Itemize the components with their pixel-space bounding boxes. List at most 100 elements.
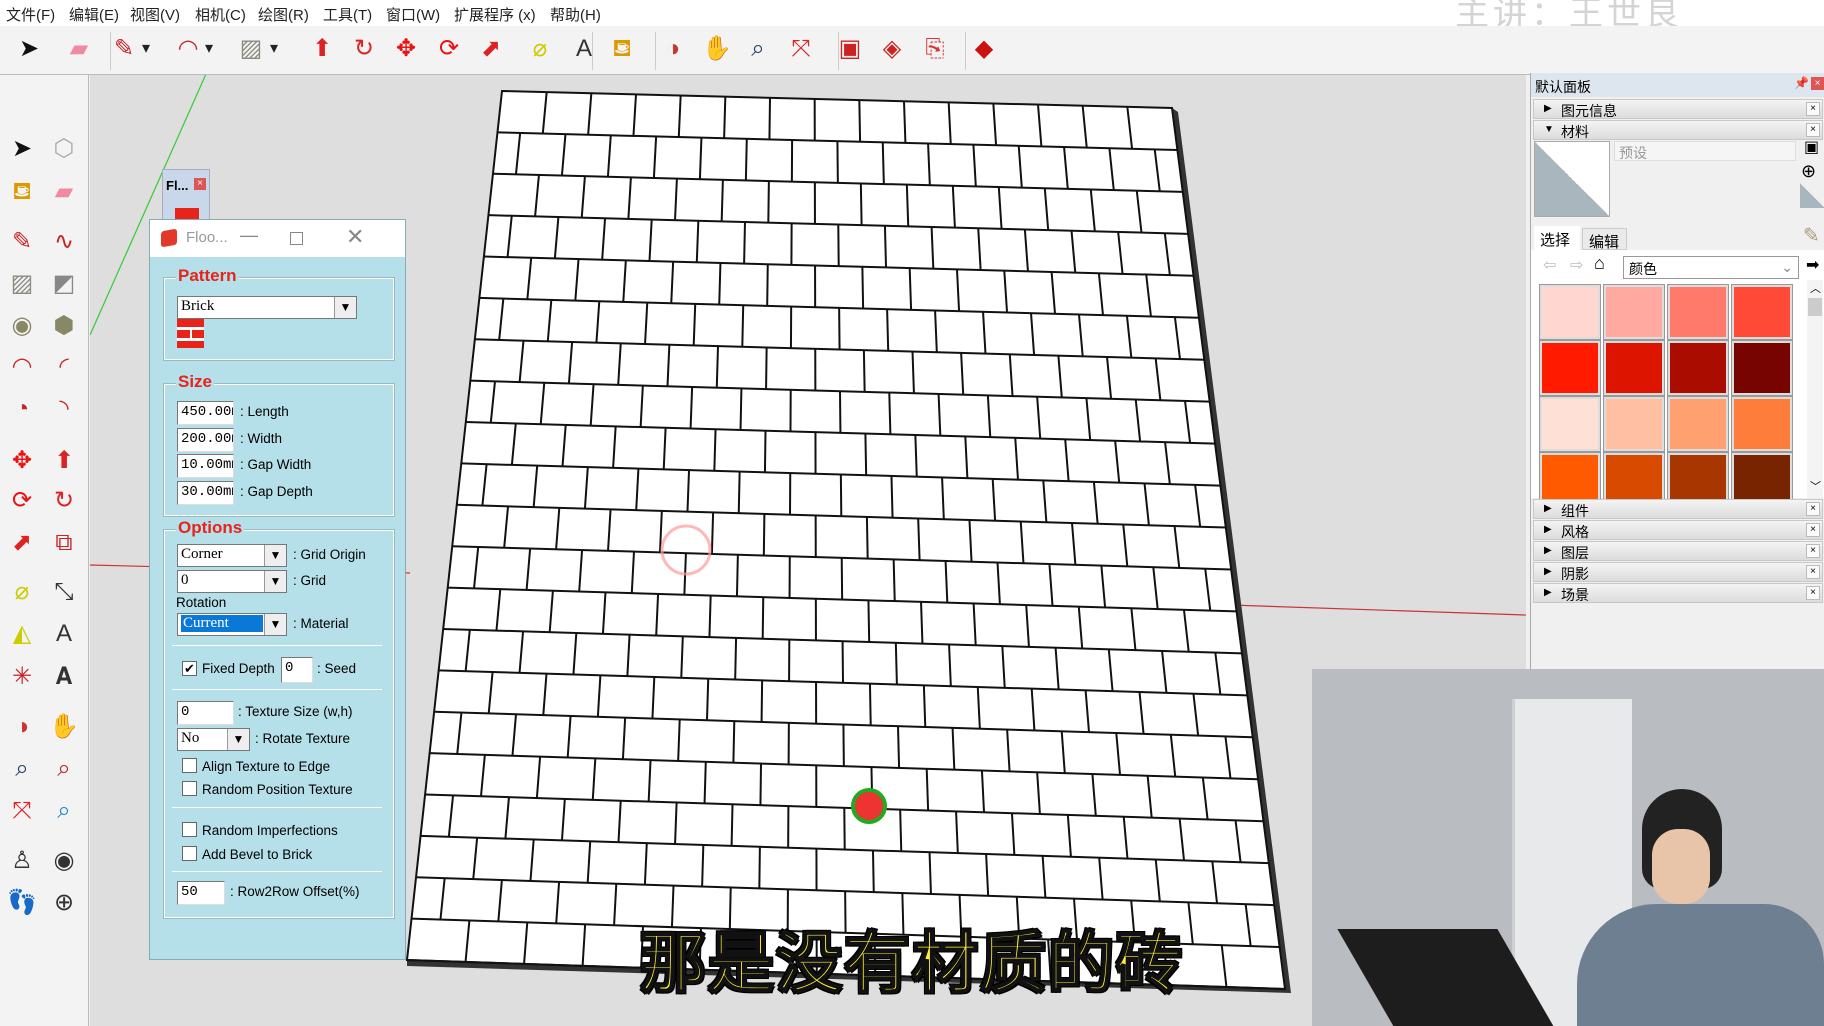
zoom-window-icon[interactable]: ⌕	[49, 754, 79, 784]
orbit-icon[interactable]: ◑	[658, 34, 688, 64]
scrollbar[interactable]: ︿ ﹀	[1807, 280, 1823, 498]
rectangle-icon[interactable]: ▨	[236, 34, 266, 64]
maximize-button[interactable]	[290, 232, 303, 245]
dropdown-arrow-icon[interactable]: ▾	[202, 34, 216, 64]
size-input-gapdepth[interactable]: 30.00mm	[177, 481, 234, 505]
menu-item[interactable]: 绘图(R)	[258, 4, 309, 25]
paint-bucket-icon[interactable]: ⛾	[607, 34, 637, 64]
rotate-texture-select[interactable]: No ▼	[177, 728, 250, 751]
text-icon[interactable]: A	[569, 34, 599, 64]
texture-size-input[interactable]: 0	[177, 701, 234, 725]
add-bevel-checkbox[interactable]	[182, 846, 197, 861]
minimize-button[interactable]: —	[240, 225, 258, 246]
zoom-extents-icon[interactable]: ⤧	[786, 34, 816, 64]
position-camera-icon[interactable]: ♙	[7, 846, 37, 876]
close-icon[interactable]: ×	[1806, 502, 1820, 516]
follow-me-icon[interactable]: ↻	[49, 486, 79, 516]
tray-section-header[interactable]: ▶ 场景 ×	[1533, 583, 1823, 603]
grid-rotation-select[interactable]: 0 ▼	[177, 570, 287, 593]
orbit-icon[interactable]: ◑	[7, 712, 37, 742]
color-swatch[interactable]	[1731, 340, 1793, 396]
scroll-up-icon[interactable]: ︿	[1810, 280, 1821, 296]
pencil-icon[interactable]: ✎	[109, 34, 139, 64]
tray-section-header[interactable]: ▶ 阴影 ×	[1533, 562, 1823, 582]
zoom-icon[interactable]: ⌕	[743, 34, 773, 64]
color-swatch[interactable]	[1539, 340, 1601, 396]
look-around-icon[interactable]: ◉	[49, 846, 79, 876]
pan-icon[interactable]: ✋	[702, 34, 732, 64]
color-swatch[interactable]	[1667, 284, 1729, 340]
two-point-arc-icon[interactable]: ◜	[49, 352, 79, 382]
rotate-icon[interactable]: ⟳	[7, 486, 37, 516]
home-icon[interactable]: ⌂	[1594, 253, 1605, 274]
dimension-icon[interactable]: ⤡	[49, 577, 79, 607]
size-input-width[interactable]: 200.00m	[177, 428, 234, 452]
three-point-arc-icon[interactable]: ◝	[49, 394, 79, 424]
back-arrow-icon[interactable]: ⇦	[1543, 255, 1556, 275]
align-texture-checkbox[interactable]	[182, 758, 197, 773]
push-pull-icon[interactable]: ⬆	[49, 446, 79, 476]
extension-warehouse-icon[interactable]: ◈	[877, 34, 907, 64]
rectangle-icon[interactable]: ▨	[7, 269, 37, 299]
scroll-thumb[interactable]	[1808, 298, 1822, 316]
pie-icon[interactable]: ◔	[7, 394, 37, 424]
scale-icon[interactable]: ⬈	[7, 528, 37, 558]
library-select[interactable]: 颜色 ⌄	[1623, 256, 1799, 279]
close-button[interactable]: ✕	[346, 224, 364, 250]
dropdown-arrow-icon[interactable]: ▾	[267, 34, 281, 64]
color-swatch[interactable]	[1731, 396, 1793, 452]
row-offset-input[interactable]: 50	[177, 881, 225, 905]
details-arrow-icon[interactable]: ➡	[1806, 255, 1819, 275]
eraser-icon[interactable]: ▰	[49, 177, 79, 207]
eraser-icon[interactable]: ▰	[64, 34, 94, 64]
tape-measure-icon[interactable]: ⌀	[7, 577, 37, 607]
pin-icon[interactable]: 📌	[1794, 76, 1809, 90]
color-swatch[interactable]	[1603, 396, 1665, 452]
paint-bucket-icon[interactable]: ⛾	[7, 177, 37, 207]
move-icon[interactable]: ✥	[7, 446, 37, 476]
close-icon[interactable]: ×	[1806, 523, 1820, 537]
tape-measure-icon[interactable]: ⌀	[525, 34, 555, 64]
rotated-rectangle-icon[interactable]: ◩	[49, 269, 79, 299]
color-swatch[interactable]	[1667, 340, 1729, 396]
warehouse-icon[interactable]: ▣	[835, 34, 865, 64]
select-icon[interactable]: ➤	[7, 134, 37, 164]
color-swatch[interactable]	[1539, 284, 1601, 340]
dropdown-arrow-icon[interactable]: ▾	[139, 34, 153, 64]
fixed-depth-checkbox[interactable]: ✔	[182, 661, 197, 676]
eyedropper-icon[interactable]: ✎	[1803, 223, 1820, 248]
seed-input[interactable]: 0	[281, 657, 313, 683]
tray-section-header[interactable]: ▶ 风格 ×	[1533, 520, 1823, 540]
menu-item[interactable]: 帮助(H)	[550, 4, 601, 25]
menu-item[interactable]: 视图(V)	[130, 4, 180, 25]
menu-item[interactable]: 编辑(E)	[69, 4, 119, 25]
menu-item[interactable]: 工具(T)	[323, 4, 372, 25]
pan-icon[interactable]: ✋	[49, 712, 79, 742]
menu-item[interactable]: 窗口(W)	[386, 4, 440, 25]
create-material-icon[interactable]: ▣	[1804, 137, 1819, 157]
material-select[interactable]: Current ▼	[177, 613, 287, 636]
arc-icon[interactable]: ◠	[7, 352, 37, 382]
menu-item[interactable]: 文件(F)	[6, 4, 55, 25]
color-swatch[interactable]	[1667, 396, 1729, 452]
menu-item[interactable]: 相机(C)	[195, 4, 246, 25]
tray-section-header[interactable]: ▶ 组件 ×	[1533, 499, 1823, 519]
random-imperfections-checkbox[interactable]	[182, 822, 197, 837]
pattern-select[interactable]: Brick ▼	[177, 296, 357, 319]
close-icon[interactable]: ×	[1806, 586, 1820, 600]
polygon-icon[interactable]: ⬢	[49, 311, 79, 341]
close-icon[interactable]: ×	[1806, 102, 1820, 116]
axes-icon[interactable]: ✳	[7, 662, 37, 692]
color-swatch[interactable]	[1731, 284, 1793, 340]
material-name-input[interactable]: 预设	[1614, 141, 1796, 161]
pencil-icon[interactable]: ✎	[7, 227, 37, 257]
freehand-icon[interactable]: ∿	[49, 227, 79, 257]
offset-icon[interactable]: ⧉	[49, 528, 79, 558]
scroll-down-icon[interactable]: ﹀	[1810, 478, 1821, 494]
3d-text-icon[interactable]: 𝐀	[49, 662, 79, 692]
circle-icon[interactable]: ◉	[7, 311, 37, 341]
ruby-icon[interactable]: ◆	[969, 34, 999, 64]
color-swatch[interactable]	[1539, 396, 1601, 452]
color-swatch[interactable]	[1603, 340, 1665, 396]
zoom-extents-icon[interactable]: ⤧	[7, 796, 37, 826]
